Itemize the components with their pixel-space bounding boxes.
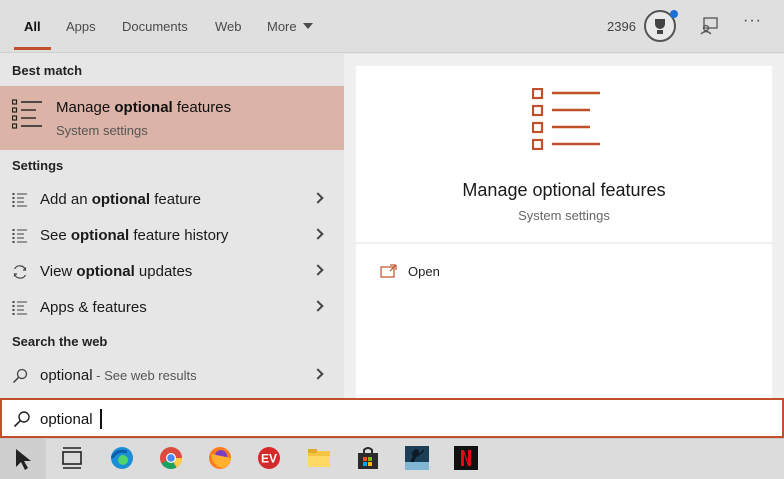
feedback-icon[interactable] (700, 17, 718, 35)
expressvpn-icon[interactable]: EV (256, 445, 282, 471)
details-title: Manage optional features (462, 180, 666, 200)
trophy-cup-shape (655, 19, 665, 29)
list-icon (12, 229, 27, 243)
details-card: Manage optional features System settings (356, 66, 772, 242)
result-label: View optional updates (40, 263, 192, 280)
result-apps-features[interactable]: Apps & features (0, 290, 344, 326)
notification-dot (670, 10, 678, 18)
web-results-hint: - See web results (92, 368, 197, 383)
taskbar: EV (0, 438, 784, 479)
chevron-right-icon[interactable] (312, 368, 324, 380)
active-tab-indicator (14, 47, 51, 50)
best-match-item[interactable]: Manage optional features System settings (0, 86, 344, 150)
result-view-optional-updates[interactable]: View optional updates (0, 254, 344, 290)
search-web-heading: Search the web (12, 334, 108, 349)
tab-more[interactable]: More (267, 19, 313, 34)
best-match-title-bold: optional (114, 99, 173, 116)
chevron-right-icon[interactable] (312, 300, 324, 312)
refresh-icon (13, 265, 27, 279)
result-web-search[interactable]: optional - See web results (0, 358, 344, 394)
list-icon (12, 193, 27, 207)
results-panel: Best match Manage optional features Syst… (0, 54, 344, 398)
chevron-down-icon (302, 23, 313, 29)
best-match-title: Manage optional features (56, 99, 231, 116)
list-icon (12, 301, 27, 315)
web-query-text: optional (40, 367, 93, 384)
open-label: Open (408, 264, 440, 279)
chrome-icon[interactable] (158, 445, 184, 471)
open-action[interactable]: Open (380, 262, 580, 284)
search-tabs-bar: All Apps Documents Web More 2396 ··· (0, 0, 784, 53)
result-optional-feature-history[interactable]: See optional feature history (0, 218, 344, 254)
details-panel: Manage optional features System settings… (344, 54, 784, 398)
optional-features-icon (532, 88, 600, 150)
best-match-title-pre: Manage (56, 99, 115, 116)
result-label: See optional feature history (40, 227, 228, 244)
store-icon[interactable] (355, 445, 381, 471)
result-label-pre: Add an (40, 191, 92, 208)
search-input[interactable] (40, 408, 740, 430)
result-add-optional-feature[interactable]: Add an optional feature (0, 182, 344, 218)
text-cursor (100, 409, 102, 429)
tab-all[interactable]: All (24, 19, 41, 34)
best-match-title-post: features (172, 99, 232, 116)
task-view-icon[interactable] (59, 445, 85, 471)
details-subtitle: System settings (518, 208, 610, 223)
search-icon (12, 368, 28, 384)
result-label-pre: See (40, 227, 71, 244)
more-options-icon[interactable]: ··· (743, 12, 762, 30)
open-icon (380, 264, 397, 278)
result-label-bold: optional (70, 227, 130, 244)
result-label-post: updates (134, 263, 193, 280)
kindle-icon[interactable] (404, 445, 430, 471)
rewards-points: 2396 (607, 19, 636, 34)
chevron-right-icon[interactable] (312, 264, 324, 276)
result-label: optional - See web results (40, 367, 197, 384)
tab-more-label: More (267, 19, 297, 34)
best-match-subtitle: System settings (56, 123, 148, 138)
start-icon (16, 449, 31, 470)
tab-documents[interactable]: Documents (122, 19, 188, 34)
search-box[interactable] (0, 398, 784, 438)
edge-icon[interactable] (109, 445, 135, 471)
result-label: Apps & features (40, 299, 147, 316)
result-label-post: feature (150, 191, 201, 208)
result-label-bold: optional (91, 191, 151, 208)
chevron-right-icon[interactable] (312, 228, 324, 240)
tab-web[interactable]: Web (215, 19, 242, 34)
search-icon (13, 411, 30, 428)
svg-text:EV: EV (261, 452, 277, 466)
chevron-right-icon[interactable] (312, 192, 324, 204)
start-button[interactable] (0, 439, 46, 479)
trophy-base-shape (657, 30, 663, 34)
actions-card: Open (356, 244, 772, 398)
best-match-heading: Best match (12, 63, 83, 78)
netflix-icon[interactable] (453, 445, 479, 471)
file-explorer-icon[interactable] (306, 445, 332, 471)
result-label-pre: Apps & features (40, 299, 147, 316)
list-icon (12, 99, 42, 129)
result-label-bold: optional (76, 263, 135, 280)
settings-heading: Settings (12, 158, 64, 173)
firefox-icon[interactable] (207, 445, 233, 471)
result-label: Add an optional feature (40, 191, 201, 208)
result-label-pre: View (40, 263, 77, 280)
result-label-post: feature history (129, 227, 229, 244)
tab-apps[interactable]: Apps (66, 19, 96, 34)
